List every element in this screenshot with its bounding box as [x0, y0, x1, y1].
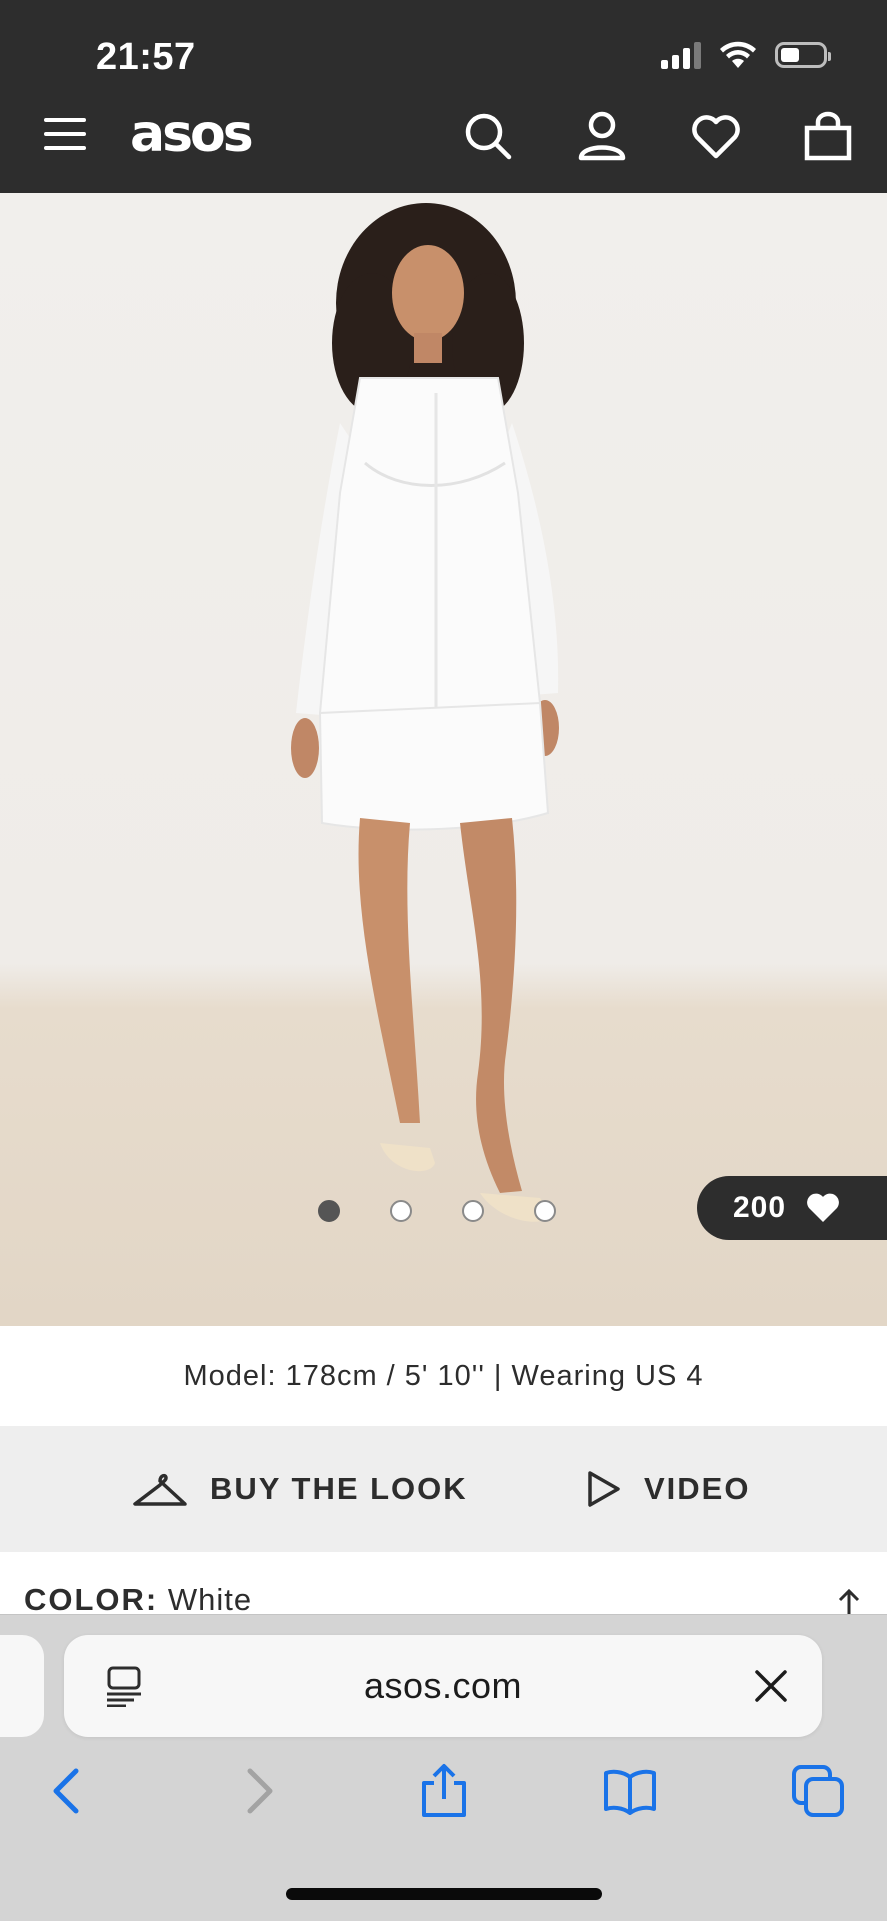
- color-label: COLOR:: [24, 1582, 159, 1617]
- search-icon[interactable]: [462, 110, 514, 162]
- status-icons: [661, 40, 831, 70]
- forward-icon[interactable]: [230, 1763, 286, 1819]
- media-actions-bar: BUY THE LOOK VIDEO: [0, 1426, 887, 1552]
- browser-toolbar: asos.com: [0, 1614, 887, 1921]
- model-photo: [291, 203, 559, 1222]
- hanger-icon: [133, 1473, 187, 1506]
- close-icon[interactable]: [754, 1669, 788, 1703]
- address-bar[interactable]: asos.com: [64, 1635, 822, 1737]
- cellular-signal-icon: [661, 41, 701, 69]
- gallery-dot[interactable]: [462, 1200, 484, 1222]
- video-label: VIDEO: [644, 1471, 751, 1506]
- play-icon: [588, 1471, 620, 1507]
- back-icon[interactable]: [40, 1763, 96, 1819]
- product-image[interactable]: 200: [0, 193, 887, 1326]
- site-header: 21:57 asos: [0, 0, 887, 193]
- url-text: asos.com: [363, 1665, 523, 1706]
- heart-icon[interactable]: [690, 110, 742, 162]
- home-indicator: [286, 1888, 602, 1900]
- gallery-pagination: [318, 1200, 556, 1222]
- heart-filled-icon: [807, 1193, 839, 1222]
- color-row: COLOR: White: [24, 1582, 252, 1618]
- bag-icon[interactable]: [802, 110, 854, 162]
- menu-icon[interactable]: [44, 118, 86, 152]
- status-time: 21:57: [96, 36, 196, 78]
- gallery-dot[interactable]: [534, 1200, 556, 1222]
- wifi-icon: [720, 41, 756, 68]
- tabs-icon[interactable]: [790, 1763, 846, 1819]
- video-button[interactable]: VIDEO: [586, 1426, 750, 1552]
- save-for-later-button[interactable]: 200: [697, 1176, 887, 1240]
- color-value: White: [167, 1582, 253, 1617]
- gallery-dot[interactable]: [390, 1200, 412, 1222]
- model-size-info: Model: 178cm / 5' 10'' | Wearing US 4: [183, 1359, 704, 1392]
- account-icon[interactable]: [576, 110, 628, 162]
- gallery-dot[interactable]: [318, 1200, 340, 1222]
- share-icon[interactable]: [416, 1763, 472, 1819]
- battery-icon: [775, 42, 831, 68]
- buy-the-look-label: BUY THE LOOK: [210, 1471, 468, 1506]
- previous-tab-preview[interactable]: [0, 1635, 44, 1737]
- likes-count: 200: [733, 1191, 787, 1224]
- buy-the-look-button[interactable]: BUY THE LOOK: [132, 1426, 468, 1552]
- asos-logo[interactable]: asos: [130, 104, 254, 164]
- bookmarks-icon[interactable]: [602, 1763, 658, 1819]
